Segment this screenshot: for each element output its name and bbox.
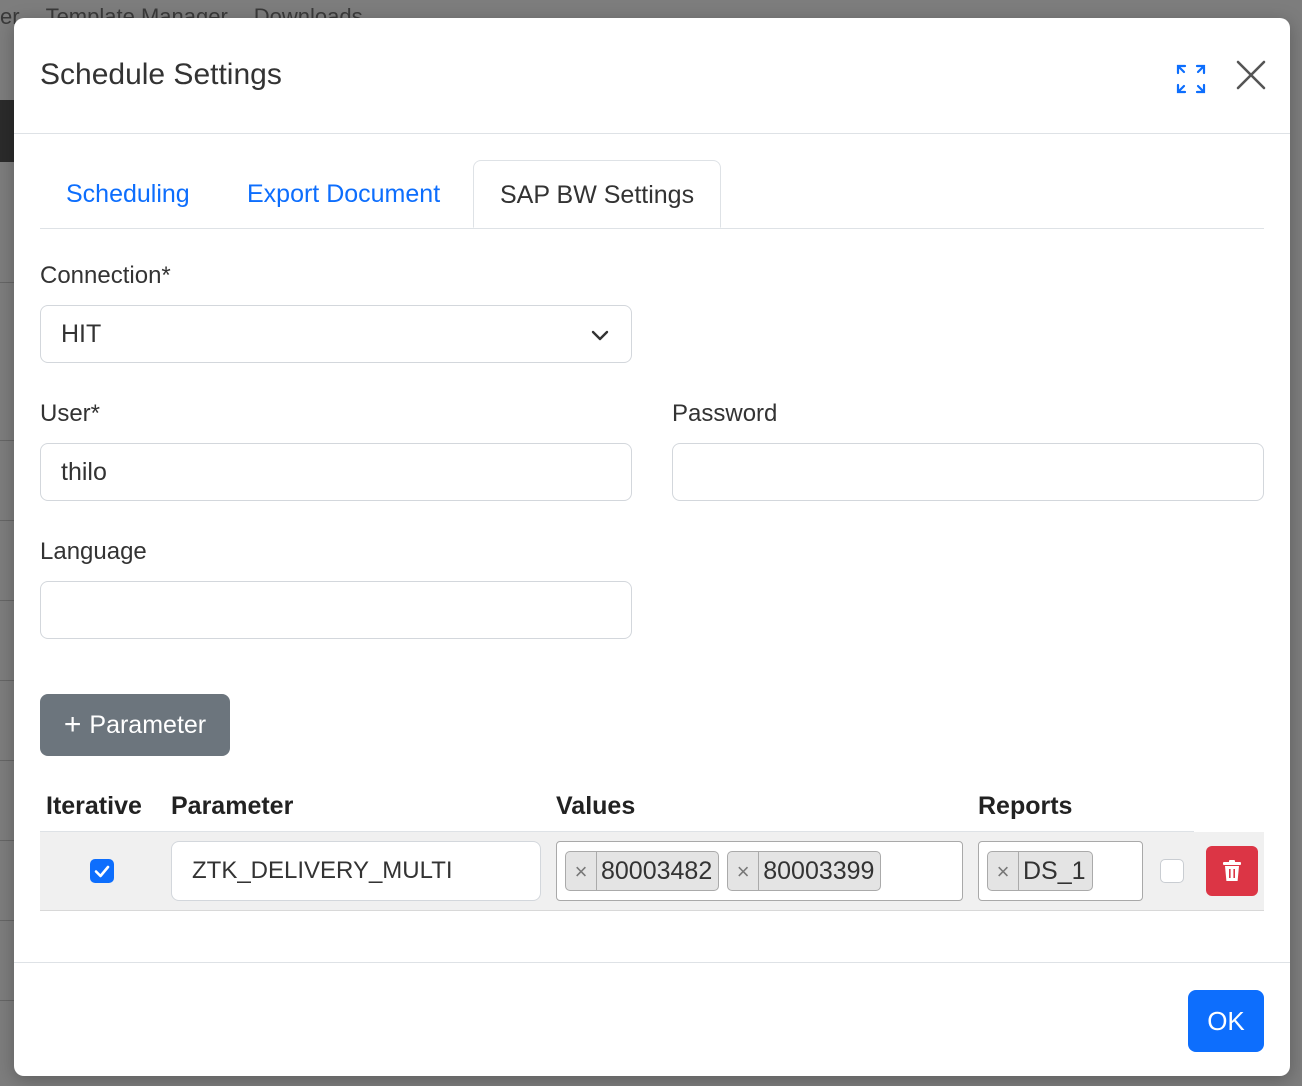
background-divider bbox=[0, 1000, 14, 1001]
background-divider bbox=[0, 282, 14, 283]
value-tag: × 80003399 bbox=[727, 851, 882, 891]
background-divider bbox=[0, 920, 14, 921]
plus-icon: + bbox=[63, 708, 82, 741]
background-divider bbox=[0, 440, 14, 441]
trash-icon bbox=[1223, 860, 1241, 881]
background-divider bbox=[0, 840, 14, 841]
add-parameter-button[interactable]: + Parameter bbox=[40, 694, 230, 756]
modal-footer-divider bbox=[14, 962, 1290, 963]
connection-value: HIT bbox=[61, 319, 102, 348]
expand-icon[interactable] bbox=[1174, 62, 1208, 96]
value-tag: × 80003482 bbox=[565, 851, 720, 891]
add-parameter-label: Parameter bbox=[89, 710, 207, 739]
report-tag: × DS_1 bbox=[987, 851, 1093, 891]
column-header-parameter: Parameter bbox=[171, 792, 294, 820]
user-label: User* bbox=[40, 400, 101, 427]
report-tag-text: DS_1 bbox=[1023, 856, 1086, 885]
delete-row-button[interactable] bbox=[1206, 846, 1258, 896]
remove-tag-icon[interactable]: × bbox=[988, 852, 1019, 890]
close-icon[interactable] bbox=[1234, 58, 1268, 92]
parameter-name-input[interactable] bbox=[171, 841, 541, 901]
background-divider bbox=[0, 680, 14, 681]
password-input[interactable] bbox=[672, 443, 1264, 501]
tab-bar: Scheduling Export Document SAP BW Settin… bbox=[40, 160, 1264, 229]
remove-tag-icon[interactable]: × bbox=[566, 852, 597, 890]
tab-export-document[interactable]: Export Document bbox=[221, 160, 466, 228]
column-header-reports: Reports bbox=[978, 792, 1073, 820]
column-header-iterative: Iterative bbox=[46, 792, 142, 820]
ok-button[interactable]: OK bbox=[1188, 990, 1264, 1052]
iterative-checkbox[interactable] bbox=[90, 859, 114, 883]
tab-sap-bw-settings[interactable]: SAP BW Settings bbox=[473, 160, 722, 228]
language-label: Language bbox=[40, 538, 147, 565]
user-input[interactable] bbox=[40, 443, 632, 501]
password-label: Password bbox=[672, 400, 778, 427]
values-multiselect[interactable]: × 80003482 × 80003399 bbox=[556, 841, 963, 901]
tab-scheduling[interactable]: Scheduling bbox=[40, 160, 216, 228]
modal-title: Schedule Settings bbox=[40, 58, 282, 91]
connection-select[interactable]: HIT bbox=[40, 305, 632, 363]
row-checkbox[interactable] bbox=[1160, 859, 1184, 883]
background-bar bbox=[0, 100, 14, 162]
modal-header: Schedule Settings bbox=[14, 18, 1290, 134]
chevron-down-icon bbox=[591, 330, 609, 341]
value-tag-text: 80003482 bbox=[601, 856, 713, 885]
reports-multiselect[interactable]: × DS_1 bbox=[978, 841, 1143, 901]
connection-label: Connection* bbox=[40, 262, 171, 289]
remove-tag-icon[interactable]: × bbox=[728, 852, 760, 890]
background-divider bbox=[0, 600, 14, 601]
schedule-settings-modal: Schedule Settings Scheduling Export Docu… bbox=[14, 18, 1290, 1076]
column-header-values: Values bbox=[556, 792, 636, 820]
background-divider bbox=[0, 520, 14, 521]
value-tag-text: 80003399 bbox=[763, 856, 875, 885]
background-divider bbox=[0, 760, 14, 761]
language-input[interactable] bbox=[40, 581, 632, 639]
